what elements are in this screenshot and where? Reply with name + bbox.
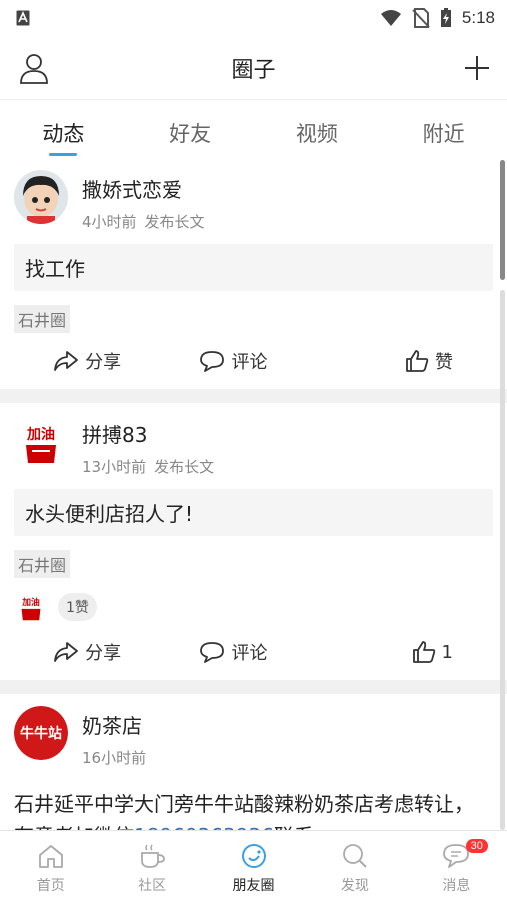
post-time: 16小时前	[82, 749, 147, 767]
post-actions: 分享 评论 赞	[14, 333, 493, 389]
add-post-icon[interactable]	[463, 54, 491, 82]
status-bar: 5:18	[0, 0, 507, 36]
unread-badge: 30	[465, 839, 488, 853]
post-card[interactable]: 撒娇式恋爱 4小时前 发布长文 找工作 石井圈 分享 评论 赞	[0, 158, 507, 389]
share-button[interactable]: 分享	[14, 639, 160, 665]
post-card[interactable]: 牛牛站 奶茶店 16小时前 石井延平中学大门旁牛牛站酸辣粉奶茶店考虑转让，有意者…	[0, 694, 507, 830]
comment-button[interactable]: 评论	[160, 639, 306, 665]
circle-tag[interactable]: 石井圈	[14, 550, 71, 578]
coffee-cup-icon	[141, 844, 166, 868]
tab-friends[interactable]: 好友	[127, 100, 254, 158]
app-notification-icon	[16, 10, 30, 26]
post-time: 4小时前	[82, 213, 137, 231]
thumbs-up-icon	[406, 350, 429, 372]
comment-label: 评论	[231, 352, 268, 373]
share-label: 分享	[85, 643, 122, 664]
feed-list[interactable]: 撒娇式恋爱 4小时前 发布长文 找工作 石井圈 分享 评论 赞 加油 拼搏83 …	[0, 158, 507, 830]
avatar[interactable]: 加油	[14, 415, 68, 469]
like-button[interactable]: 1	[307, 640, 493, 664]
tabbar-item-discover[interactable]: 发现	[304, 831, 405, 901]
circle-tag[interactable]: 石井圈	[14, 305, 71, 333]
battery-charging-icon	[440, 8, 451, 27]
liker-avatar[interactable]: 加油	[14, 590, 48, 624]
like-button[interactable]: 赞	[307, 348, 493, 374]
post-type: 发布长文	[154, 458, 215, 476]
tabbar-item-home[interactable]: 首页	[0, 831, 101, 901]
post-author[interactable]: 奶茶店	[82, 710, 146, 739]
likes-row: 加油 1赞	[14, 590, 493, 624]
app-header: 圈子	[0, 36, 507, 100]
jiayou-avatar-icon: 加油	[14, 415, 68, 469]
avatar[interactable]	[14, 170, 68, 224]
divider	[0, 680, 507, 694]
svg-text:加油: 加油	[21, 596, 40, 608]
tab-dynamic[interactable]: 动态	[0, 100, 127, 158]
post-type: 发布长文	[144, 213, 205, 231]
cartoon-avatar-icon	[14, 170, 68, 224]
like-count-badge[interactable]: 1赞	[58, 593, 97, 621]
post-actions: 分享 评论 1	[14, 624, 493, 680]
tabbar-label: 社区	[138, 878, 167, 894]
bottom-tab-bar: 首页 社区 朋友圈 发现 30 消息	[0, 830, 507, 901]
niuniuzhan-logo-icon: 牛牛站	[14, 706, 68, 760]
comment-icon	[200, 642, 225, 663]
share-icon	[54, 642, 79, 662]
post-time: 13小时前	[82, 458, 147, 476]
svg-text:加油: 加油	[26, 426, 55, 443]
share-icon	[54, 351, 79, 371]
post-card[interactable]: 加油 拼搏83 13小时前 发布长文 水头便利店招人了! 石井圈 加油 1赞 分…	[0, 403, 507, 680]
comment-button[interactable]: 评论	[160, 348, 306, 374]
user-profile-icon[interactable]	[18, 52, 50, 84]
share-button[interactable]: 分享	[14, 348, 160, 374]
tabbar-label: 消息	[442, 878, 471, 894]
avatar[interactable]: 牛牛站	[14, 706, 68, 760]
like-count: 1	[441, 641, 453, 663]
tabbar-label: 发现	[340, 878, 369, 894]
home-icon	[38, 845, 63, 868]
post-author[interactable]: 撒娇式恋爱	[82, 174, 205, 203]
post-content[interactable]: 找工作	[14, 244, 493, 291]
divider	[0, 389, 507, 403]
tabbar-item-community[interactable]: 社区	[101, 831, 202, 901]
like-label: 赞	[434, 352, 453, 373]
comment-icon	[200, 351, 225, 372]
comment-label: 评论	[231, 643, 268, 664]
no-sim-icon	[412, 8, 430, 28]
post-author[interactable]: 拼搏83	[82, 419, 214, 448]
thumbs-up-icon	[412, 641, 435, 663]
tab-videos[interactable]: 视频	[254, 100, 381, 158]
post-content[interactable]: 水头便利店招人了!	[14, 489, 493, 536]
tab-nearby[interactable]: 附近	[380, 100, 507, 158]
status-time: 5:18	[461, 8, 495, 27]
svg-text:牛牛站: 牛牛站	[20, 725, 62, 742]
feed-tabs: 动态 好友 视频 附近	[0, 100, 507, 158]
tabbar-item-messages[interactable]: 30 消息	[406, 831, 507, 901]
post-content[interactable]: 石井延平中学大门旁牛牛站酸辣粉奶茶店考虑转让，有意者加微信18960363936…	[14, 780, 493, 830]
wifi-icon	[380, 10, 401, 26]
share-label: 分享	[85, 352, 122, 373]
search-icon	[343, 844, 367, 868]
tabbar-label: 朋友圈	[232, 878, 275, 894]
page-title: 圈子	[231, 57, 276, 83]
tabbar-item-moments[interactable]: 朋友圈	[203, 831, 304, 901]
tabbar-label: 首页	[36, 878, 65, 894]
circle-icon	[241, 844, 266, 868]
